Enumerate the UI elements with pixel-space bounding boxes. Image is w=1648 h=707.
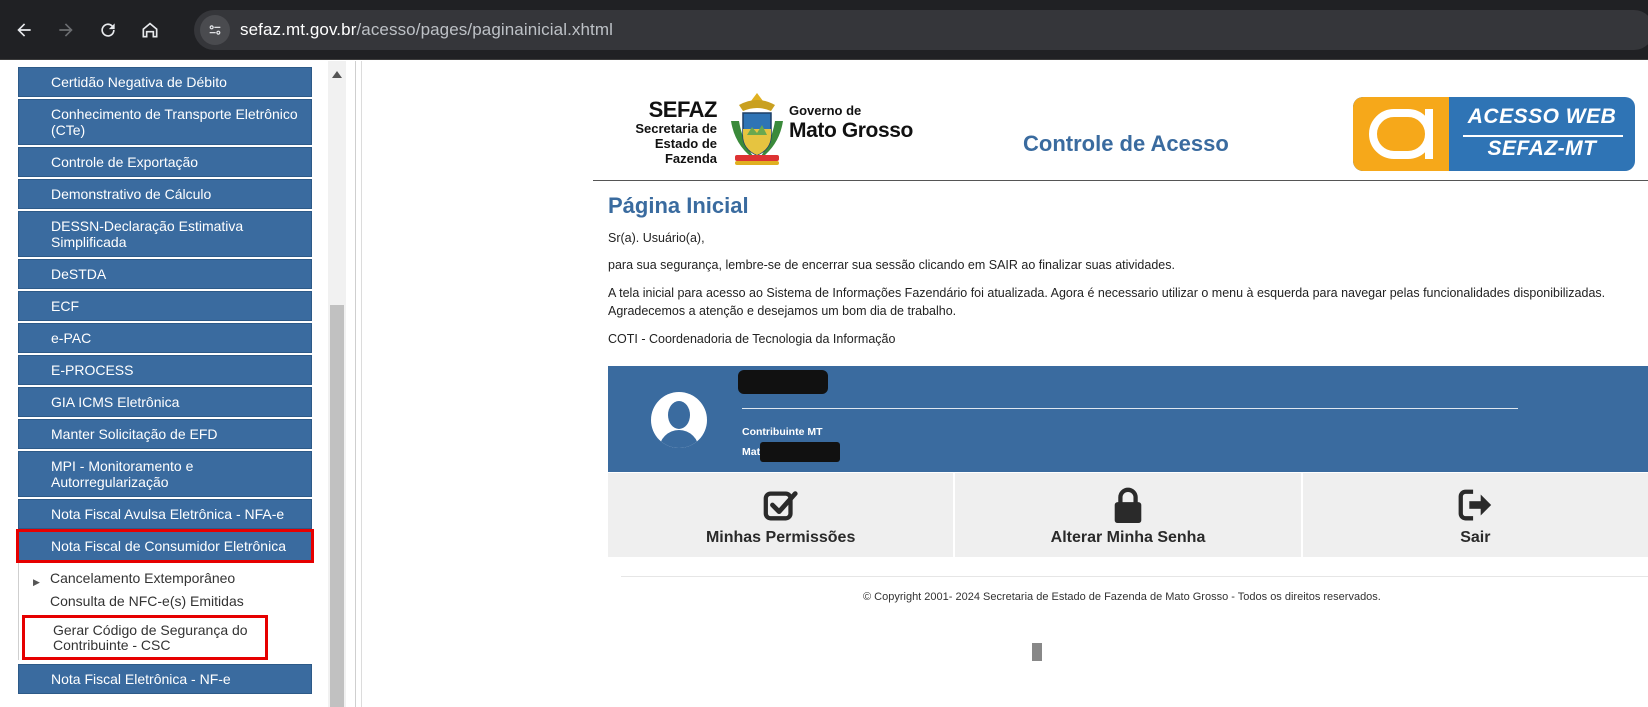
url-text[interactable]: sefaz.mt.gov.br/acesso/pages/paginainici…	[240, 20, 613, 40]
menu-item-nfc-e[interactable]: Nota Fiscal de Consumidor Eletrônica	[16, 529, 314, 563]
site-info-icon[interactable]	[200, 15, 230, 45]
pane-splitter[interactable]	[356, 61, 362, 707]
coti-signature: COTI - Coordenadoria de Tecnologia da In…	[608, 332, 896, 346]
menu-item-gia-icms[interactable]: GIA ICMS Eletrônica	[18, 387, 312, 417]
address-bar[interactable]: sefaz.mt.gov.br/acesso/pages/paginainici…	[194, 10, 1648, 50]
change-password-label: Alterar Minha Senha	[1050, 529, 1206, 546]
footer-divider	[621, 576, 1648, 577]
logout-label: Sair	[1460, 529, 1491, 546]
avatar-icon	[651, 392, 707, 448]
permissions-button[interactable]: Minhas Permissões	[608, 473, 954, 557]
submenu-item-label: Consulta de NFC-e(s) Emitidas	[50, 593, 244, 609]
reload-icon[interactable]	[92, 14, 124, 46]
menu-item-label: Nota Fiscal de Consumidor Eletrônica	[51, 538, 286, 554]
page-header: SEFAZ Secretaria de Estado de Fazenda Gov…	[593, 61, 1648, 181]
menu-item-label: Nota Fiscal Avulsa Eletrônica - NFA-e	[51, 506, 285, 522]
acesso-a-icon	[1353, 97, 1449, 171]
menu-item-dessn[interactable]: DESSN-Declaração Estimativa Simplificada	[18, 211, 312, 257]
menu-item-label: ECF	[51, 298, 79, 314]
browser-toolbar: sefaz.mt.gov.br/acesso/pages/paginainici…	[0, 0, 1648, 60]
submenu-nfc-e: ▶ Cancelamento Extemporâneo Consulta de N…	[18, 563, 312, 660]
acesso-web-logo: ACESSO WEB SEFAZ-MT	[1353, 97, 1635, 171]
sign-out-icon	[1455, 485, 1495, 525]
menu-item-eprocess[interactable]: E-PROCESS	[18, 355, 312, 385]
user-role: Contribuinte MT	[742, 426, 823, 438]
menu-item-label: Nota Fiscal Eletrônica - NF-e	[51, 671, 231, 687]
user-card: Contribuinte MT Mat	[608, 366, 1648, 472]
submenu-item-label: Gerar Código de Segurança do Contribuint…	[53, 622, 248, 653]
menu-item-mpi[interactable]: MPI - Monitoramento e Autorregularização	[18, 451, 312, 497]
acesso-line2: SEFAZ-MT	[1487, 137, 1597, 160]
welcome-text: Página Inicial Sr(a). Usuário(a), para s…	[608, 193, 1648, 358]
permissions-label: Minhas Permissões	[705, 529, 856, 546]
scrollbar-thumb[interactable]	[330, 305, 344, 707]
action-bar: Minhas Permissões Alterar Minha Senha Sa…	[608, 473, 1648, 557]
header-title: Controle de Acesso	[1023, 131, 1229, 156]
change-password-button[interactable]: Alterar Minha Senha	[955, 473, 1301, 557]
sefaz-logo: SEFAZ Secretaria de Estado de Fazenda Gov…	[621, 91, 913, 167]
menu-item-efd[interactable]: Manter Solicitação de EFD	[18, 419, 312, 449]
menu-item-label: Conhecimento de Transporte Eletrônico (C…	[51, 106, 298, 138]
redacted-registration	[760, 442, 840, 462]
menu-item-ecf[interactable]: ECF	[18, 291, 312, 321]
menu-scrollbar[interactable]	[328, 61, 346, 707]
logo-secretaria-line: Secretaria de	[635, 121, 717, 136]
menu-item-controle-exportacao[interactable]: Controle de Exportação	[18, 147, 312, 177]
submenu-item-gerar-csc[interactable]: Gerar Código de Segurança do Contribuint…	[22, 615, 268, 660]
update-notice: A tela inicial para acesso ao Sistema de…	[608, 286, 1606, 318]
logo-sefaz-text: SEFAZ	[648, 97, 718, 122]
menu-item-cte[interactable]: Conhecimento de Transporte Eletrônico (C…	[18, 99, 312, 145]
url-domain: sefaz.mt.gov.br	[240, 20, 357, 39]
menu-item-destda[interactable]: DeSTDA	[18, 259, 312, 289]
menu-item-nf-e[interactable]: Nota Fiscal Eletrônica - NF-e	[18, 664, 312, 694]
menu-item-label: Controle de Exportação	[51, 154, 199, 170]
forward-icon[interactable]	[50, 14, 82, 46]
logo-estado-line: Estado de Fazenda	[654, 136, 717, 166]
menu-item-label: DeSTDA	[51, 266, 107, 282]
menu-item-epac[interactable]: e-PAC	[18, 323, 312, 353]
side-menu: Certidão Negativa de Débito Conhecimento…	[16, 67, 314, 696]
submenu-item-cancelamento[interactable]: ▶ Cancelamento Extemporâneo	[19, 567, 312, 590]
menu-item-certidao[interactable]: Certidão Negativa de Débito	[18, 67, 312, 97]
user-registration-label: Mat	[742, 446, 761, 458]
menu-item-label: e-PAC	[51, 330, 92, 346]
footer-copyright: © Copyright 2001- 2024 Secretaria de Est…	[863, 591, 1381, 603]
menu-item-label: E-PROCESS	[51, 362, 134, 378]
menu-item-label: Demonstrativo de Cálculo	[51, 186, 212, 202]
back-icon[interactable]	[8, 14, 40, 46]
submenu-item-consulta-nfce[interactable]: Consulta de NFC-e(s) Emitidas	[19, 590, 312, 613]
main-content: SEFAZ Secretaria de Estado de Fazenda Gov…	[593, 61, 1648, 707]
menu-item-demonstrativo[interactable]: Demonstrativo de Cálculo	[18, 179, 312, 209]
left-menu-pane: Certidão Negativa de Débito Conhecimento…	[0, 61, 356, 707]
menu-item-nfa-e[interactable]: Nota Fiscal Avulsa Eletrônica - NFA-e	[18, 499, 312, 529]
greeting-text: Sr(a). Usuário(a),	[608, 231, 705, 245]
home-icon[interactable]	[134, 14, 166, 46]
page-title: Página Inicial	[608, 193, 749, 218]
menu-item-label: Certidão Negativa de Débito	[51, 74, 227, 90]
checkbox-checked-icon	[761, 485, 801, 525]
logout-button[interactable]: Sair	[1302, 473, 1648, 557]
scroll-up-icon[interactable]	[332, 71, 342, 78]
submenu-item-label: Cancelamento Extemporâneo	[50, 570, 236, 586]
logo-mato-grosso-text: Mato Grosso	[789, 119, 913, 142]
redacted-user-name	[738, 370, 828, 394]
menu-item-label: MPI - Monitoramento e Autorregularização	[51, 458, 194, 490]
mato-grosso-crest-icon	[731, 93, 783, 165]
acesso-line1: ACESSO WEB	[1467, 105, 1617, 128]
logo-governo-text: Governo de	[789, 103, 862, 118]
url-path: /acesso/pages/paginainicial.xhtml	[356, 20, 614, 39]
security-notice: para sua segurança, lembre-se de encerra…	[608, 258, 1175, 272]
lock-icon	[1108, 485, 1148, 525]
menu-item-label: GIA ICMS Eletrônica	[51, 394, 180, 410]
loading-indicator	[1032, 643, 1042, 661]
caret-right-icon: ▶	[33, 577, 40, 587]
menu-item-label: Manter Solicitação de EFD	[51, 426, 218, 442]
menu-item-label: DESSN-Declaração Estimativa Simplificada	[51, 218, 244, 250]
user-divider	[742, 408, 1518, 409]
logo-secretaria-text: Secretaria de Estado de Fazenda	[621, 121, 717, 166]
